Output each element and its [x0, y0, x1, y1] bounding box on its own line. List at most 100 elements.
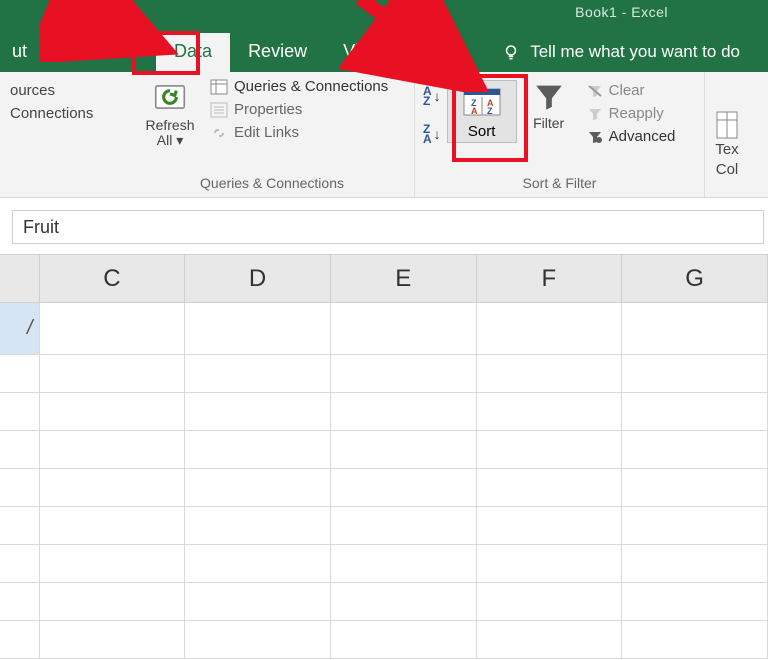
row-header[interactable] — [0, 355, 39, 393]
row-header[interactable]: / — [0, 303, 39, 355]
cell[interactable] — [39, 621, 185, 659]
cell[interactable] — [622, 621, 768, 659]
refresh-label-1: Refresh — [145, 117, 194, 133]
cell[interactable] — [330, 303, 476, 355]
stub-text: Tex — [715, 140, 738, 160]
formula-bar[interactable]: Fruit — [12, 210, 764, 244]
filter-button[interactable]: Filter — [521, 80, 577, 131]
down-arrow-icon: ↓ — [434, 88, 441, 104]
row-header[interactable] — [0, 469, 39, 507]
cell[interactable] — [622, 355, 768, 393]
cell[interactable] — [476, 303, 622, 355]
cell[interactable] — [39, 303, 185, 355]
svg-text:Z: Z — [487, 106, 493, 116]
col-header[interactable]: D — [185, 255, 331, 303]
refresh-label-2: All — [157, 132, 173, 148]
group-sort-filter: AZ ↓ ZA ↓ Z A A Z Sort — [415, 72, 705, 197]
queries-label: Queries & Connections — [234, 78, 388, 95]
queries-connections-button[interactable]: Queries & Connections — [210, 78, 388, 95]
row-header[interactable] — [0, 621, 39, 659]
cell[interactable] — [330, 545, 476, 583]
col-header[interactable]: E — [330, 255, 476, 303]
reapply-icon — [587, 107, 603, 121]
filter-label: Filter — [533, 116, 564, 131]
cell[interactable] — [185, 393, 331, 431]
cell[interactable] — [185, 303, 331, 355]
cell[interactable] — [330, 469, 476, 507]
cell[interactable] — [185, 469, 331, 507]
sort-desc-button[interactable]: ZA ↓ — [423, 122, 441, 146]
cell[interactable] — [39, 355, 185, 393]
row-header[interactable] — [0, 431, 39, 469]
link-icon — [210, 125, 228, 141]
col-header[interactable]: F — [476, 255, 622, 303]
sort-button[interactable]: Z A A Z Sort — [447, 80, 517, 143]
reapply-button[interactable]: Reapply — [587, 105, 676, 122]
cell[interactable] — [622, 545, 768, 583]
down-arrow-icon: ↓ — [434, 126, 441, 142]
cell[interactable] — [185, 431, 331, 469]
cell[interactable] — [330, 393, 476, 431]
row-header[interactable] — [0, 393, 39, 431]
refresh-all-button[interactable]: RefreshAll ▾ — [138, 78, 202, 149]
group-queries-connections: RefreshAll ▾ Queries & Connections Prope… — [130, 72, 415, 197]
cell[interactable] — [476, 469, 622, 507]
cell[interactable] — [39, 393, 185, 431]
cell[interactable] — [185, 355, 331, 393]
cell[interactable] — [622, 469, 768, 507]
row-header[interactable] — [0, 545, 39, 583]
cell[interactable] — [39, 431, 185, 469]
tab-view[interactable]: View — [325, 33, 400, 72]
properties-button[interactable]: Properties — [210, 101, 388, 118]
group-get-transform-partial: ources Connections — [10, 78, 130, 125]
properties-icon — [210, 102, 228, 118]
row-header[interactable] — [0, 583, 39, 621]
cell[interactable] — [330, 621, 476, 659]
cell[interactable] — [330, 583, 476, 621]
cell[interactable] — [476, 355, 622, 393]
funnel-icon — [532, 80, 566, 114]
cell[interactable] — [39, 583, 185, 621]
cell[interactable] — [476, 507, 622, 545]
cell[interactable] — [622, 431, 768, 469]
select-all-corner[interactable] — [0, 255, 39, 303]
edit-links-button[interactable]: Edit Links — [210, 124, 388, 141]
cell[interactable] — [330, 431, 476, 469]
cell[interactable] — [39, 545, 185, 583]
properties-label: Properties — [234, 101, 302, 118]
advanced-button[interactable]: Advanced — [587, 128, 676, 145]
cell[interactable] — [330, 355, 476, 393]
clear-button[interactable]: Clear — [587, 82, 676, 99]
cell[interactable] — [622, 303, 768, 355]
col-header[interactable]: G — [622, 255, 768, 303]
cell[interactable] — [330, 507, 476, 545]
tab-data[interactable]: Data — [156, 33, 230, 72]
cell[interactable] — [622, 583, 768, 621]
worksheet-grid[interactable]: C D E F G / — [0, 254, 768, 659]
cell[interactable] — [476, 545, 622, 583]
tab-review[interactable]: Review — [230, 33, 325, 72]
cell[interactable] — [39, 507, 185, 545]
column-header-row: C D E F G — [0, 255, 768, 303]
cell[interactable] — [476, 583, 622, 621]
cell[interactable] — [185, 621, 331, 659]
sort-dialog-icon: Z A A Z — [460, 85, 504, 119]
cell[interactable] — [476, 431, 622, 469]
tell-me-box[interactable]: Tell me what you want to do — [502, 42, 740, 62]
cell[interactable] — [39, 469, 185, 507]
formula-bar-value: Fruit — [23, 217, 59, 238]
cell[interactable] — [622, 393, 768, 431]
cell[interactable] — [476, 621, 622, 659]
cell[interactable] — [185, 583, 331, 621]
cell[interactable] — [185, 507, 331, 545]
za-icon: ZA — [423, 122, 432, 146]
cell[interactable] — [185, 545, 331, 583]
tab-formulas[interactable]: Formulas — [45, 33, 156, 72]
sort-asc-button[interactable]: AZ ↓ — [423, 84, 441, 108]
reapply-label: Reapply — [609, 105, 664, 122]
row-header[interactable] — [0, 507, 39, 545]
cell[interactable] — [476, 393, 622, 431]
col-header[interactable]: C — [39, 255, 185, 303]
tab-layout-partial[interactable]: ut — [0, 33, 45, 72]
cell[interactable] — [622, 507, 768, 545]
